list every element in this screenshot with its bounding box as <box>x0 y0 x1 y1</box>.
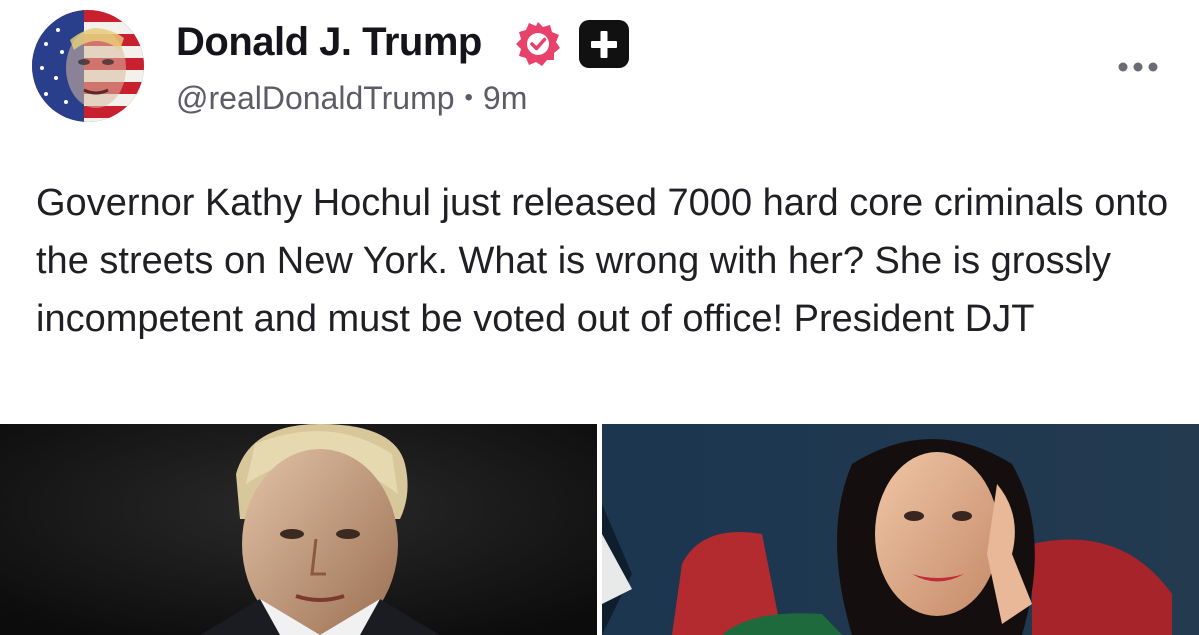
flag-portrait-icon <box>32 10 144 122</box>
woman-portrait-image <box>602 424 1199 635</box>
more-options-icon[interactable] <box>1117 60 1159 74</box>
photo-man-portrait[interactable] <box>0 424 597 635</box>
author-handle[interactable]: @realDonaldTrump <box>176 80 455 116</box>
author-display-name[interactable]: Donald J. Trump <box>176 20 482 65</box>
post-text: Governor Kathy Hochul just released 7000… <box>36 182 1169 340</box>
post-timestamp[interactable]: 9m <box>483 80 527 116</box>
separator-dot: • <box>464 83 473 111</box>
photo-woman-portrait[interactable] <box>602 424 1199 635</box>
plus-badge-icon <box>579 20 629 68</box>
post-card: Donald J. Trump @realDonaldTrump • 9m Gove… <box>0 0 1199 635</box>
verified-badge-icon <box>516 22 560 66</box>
man-portrait-image <box>0 424 597 635</box>
author-handle-line: @realDonaldTrump • 9m <box>176 80 527 117</box>
avatar[interactable] <box>32 10 144 122</box>
post-media-grid <box>0 424 1199 635</box>
